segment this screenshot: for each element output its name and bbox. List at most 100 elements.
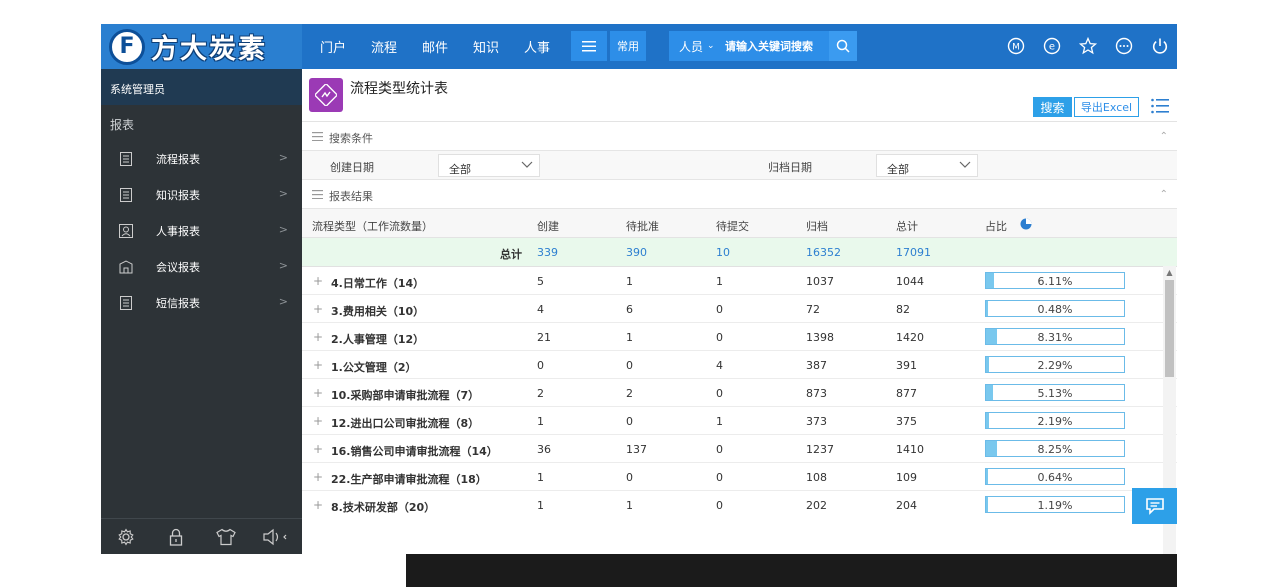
chevron-up-icon[interactable]: ⌃ — [1160, 189, 1168, 200]
ratio-bar: 5.13% — [985, 384, 1125, 401]
ratio-bar: 8.31% — [985, 328, 1125, 345]
total-created[interactable]: 339 — [537, 246, 558, 259]
logo-text: 方大炭素 — [151, 34, 267, 65]
expand-icon[interactable]: + — [313, 442, 323, 456]
search-input[interactable]: 请输入关键词搜索 — [725, 38, 825, 54]
expand-icon[interactable]: + — [313, 386, 323, 400]
ratio-percent: 8.25% — [1037, 443, 1073, 456]
total-archived[interactable]: 16352 — [806, 246, 841, 259]
table-row[interactable]: +8.技术研发部（20） 1 1 0 202 204 1.19% — [302, 491, 1177, 515]
workflow-type-name: 3.费用相关（10） — [331, 305, 425, 318]
app-window: F 方大炭素 门户 流程 邮件 知识 人事 常用 人员 ⌄ 请输入关键词搜索 M… — [101, 24, 1177, 554]
workflow-type-name: 8.技术研发部（20） — [331, 501, 436, 514]
cell-pending: 0 — [626, 359, 633, 372]
lock-button[interactable] — [151, 528, 201, 546]
table-row[interactable]: +10.采购部申请审批流程（7） 2 2 0 873 877 5.13% — [302, 379, 1177, 407]
table-row[interactable]: +4.日常工作（14） 5 1 1 1037 1044 6.11% — [302, 267, 1177, 295]
section-title: 报表结果 — [329, 190, 373, 203]
report-results-header[interactable]: 报表结果 ⌃ — [302, 180, 1177, 209]
workflow-type-name: 1.公文管理（2） — [331, 361, 417, 374]
chat-button[interactable] — [1132, 488, 1177, 524]
nav-workflow[interactable]: 流程 — [371, 37, 397, 56]
nav-portal[interactable]: 门户 — [320, 37, 346, 56]
m-circle-icon[interactable]: M — [1006, 36, 1026, 56]
expand-icon[interactable]: + — [313, 358, 323, 372]
cell-created: 21 — [537, 331, 551, 344]
nav-mail[interactable]: 邮件 — [422, 37, 448, 56]
total-pending[interactable]: 390 — [626, 246, 647, 259]
cell-archived: 1237 — [806, 443, 834, 456]
table-row[interactable]: +1.公文管理（2） 0 0 4 387 391 2.29% — [302, 351, 1177, 379]
table-row[interactable]: +22.生产部申请审批流程（18） 1 0 0 108 109 0.64% — [302, 463, 1177, 491]
col-total[interactable]: 总计 — [896, 218, 918, 234]
sidebar-item-sms-report[interactable]: 短信报表 > — [101, 285, 302, 321]
expand-icon[interactable]: + — [313, 330, 323, 344]
expand-icon[interactable]: + — [313, 274, 323, 288]
ratio-percent: 6.11% — [1037, 275, 1073, 288]
table-row[interactable]: +3.费用相关（10） 4 6 0 72 82 0.48% — [302, 295, 1177, 323]
chevron-right-icon: > — [278, 295, 288, 308]
expand-icon[interactable]: + — [313, 498, 323, 512]
svg-text:e: e — [1049, 42, 1055, 53]
power-icon[interactable] — [1150, 36, 1170, 56]
nav-hr[interactable]: 人事 — [524, 37, 550, 56]
search-conditions-header[interactable]: 搜索条件 ⌃ — [302, 122, 1177, 151]
table-row[interactable]: +16.销售公司申请审批流程（14） 36 137 0 1237 1410 8.25% — [302, 435, 1177, 463]
workflow-type-name: 22.生产部申请审批流程（18） — [331, 473, 487, 486]
archive-date-select[interactable]: 全部 — [876, 154, 978, 177]
search-scope-select[interactable]: 人员 ⌄ — [669, 38, 725, 55]
sidebar-item-label: 短信报表 — [156, 297, 200, 310]
expand-icon[interactable]: + — [313, 414, 323, 428]
search-button[interactable]: 搜索 — [1033, 97, 1072, 117]
col-created[interactable]: 创建 — [537, 218, 559, 234]
total-label: 总计 — [500, 248, 522, 261]
settings-button[interactable] — [101, 527, 151, 546]
cell-submit: 0 — [716, 443, 723, 456]
cell-pending: 1 — [626, 499, 633, 512]
cell-archived: 1037 — [806, 275, 834, 288]
expand-icon[interactable]: + — [313, 470, 323, 484]
cell-created: 36 — [537, 443, 551, 456]
search-button[interactable] — [829, 31, 857, 61]
sidebar-item-hr-report[interactable]: 人事报表 > — [101, 213, 302, 249]
col-pending[interactable]: 待批准 — [626, 218, 659, 234]
lock-icon — [169, 528, 183, 546]
star-icon[interactable] — [1078, 36, 1098, 56]
col-archived[interactable]: 归档 — [806, 218, 828, 234]
table-row[interactable]: +2.人事管理（12） 21 1 0 1398 1420 8.31% — [302, 323, 1177, 351]
create-date-select[interactable]: 全部 — [438, 154, 540, 177]
sidebar-item-knowledge-report[interactable]: 知识报表 > — [101, 177, 302, 213]
col-submit[interactable]: 待提交 — [716, 218, 749, 234]
scroll-up-icon[interactable]: ▲ — [1163, 266, 1176, 279]
create-date-label: 创建日期 — [330, 161, 374, 174]
common-button[interactable]: 常用 — [610, 31, 646, 61]
menu-button[interactable] — [571, 31, 607, 61]
skin-button[interactable] — [201, 528, 251, 546]
table-header: 流程类型（工作流数量） 创建 待批准 待提交 归档 总计 占比 — [302, 209, 1177, 238]
col-ratio[interactable]: 占比 — [985, 218, 1007, 234]
cell-total: 391 — [896, 359, 917, 372]
list-menu-icon[interactable] — [1151, 98, 1169, 114]
total-submit[interactable]: 10 — [716, 246, 730, 259]
speaker-icon — [263, 528, 287, 545]
section-lines-icon — [312, 132, 323, 141]
export-excel-button[interactable]: 导出Excel — [1074, 97, 1139, 117]
expand-icon[interactable]: + — [313, 302, 323, 316]
e-circle-icon[interactable]: e — [1042, 36, 1062, 56]
nav-knowledge[interactable]: 知识 — [473, 37, 499, 56]
page-header: 流程类型统计表 搜索 导出Excel — [302, 69, 1177, 122]
sidebar-item-workflow-report[interactable]: 流程报表 > — [101, 141, 302, 177]
cell-total: 877 — [896, 387, 917, 400]
cell-total: 1420 — [896, 331, 924, 344]
sidebar-item-label: 知识报表 — [156, 189, 200, 202]
sidebar-item-meeting-report[interactable]: 会议报表 > — [101, 249, 302, 285]
sound-button[interactable] — [251, 528, 301, 546]
scroll-thumb[interactable] — [1165, 280, 1174, 377]
table-row[interactable]: +12.进出口公司审批流程（8） 1 0 1 373 375 2.19% — [302, 407, 1177, 435]
more-icon[interactable] — [1114, 36, 1134, 56]
chevron-up-icon[interactable]: ⌃ — [1160, 131, 1168, 142]
section-title: 搜索条件 — [329, 132, 373, 145]
total-total[interactable]: 17091 — [896, 246, 931, 259]
pie-chart-icon[interactable] — [1020, 218, 1032, 230]
col-type[interactable]: 流程类型（工作流数量） — [312, 218, 433, 234]
